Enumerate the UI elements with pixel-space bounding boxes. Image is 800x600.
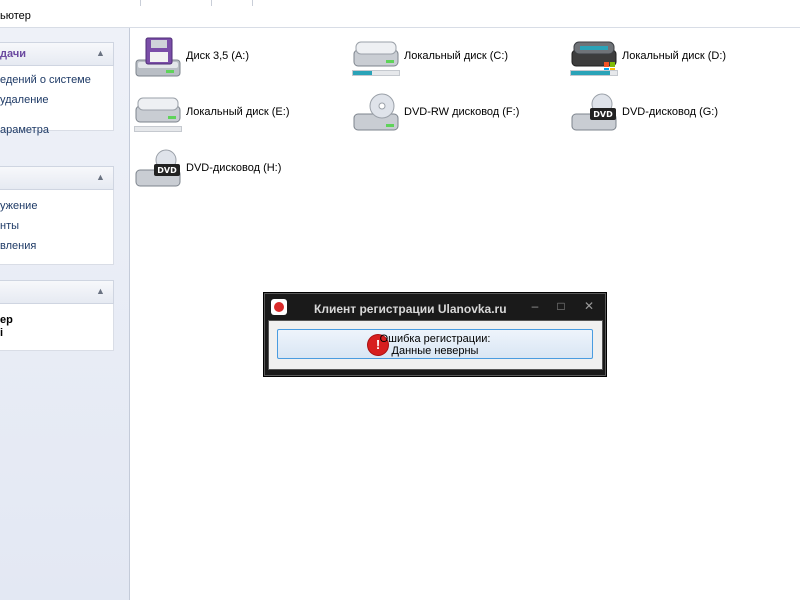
panel-body: ужение нты вления (0, 190, 114, 265)
dialog-body: ! Ошибка регистрации: Данные неверны (268, 320, 603, 370)
close-icon[interactable]: ✕ (580, 298, 598, 314)
dvd-drive-icon: DVD (135, 149, 181, 187)
panel-title: дачи (0, 48, 26, 60)
app-icon (271, 299, 287, 315)
floppy-drive-icon (135, 37, 181, 77)
place-link[interactable]: вления (0, 240, 36, 252)
svg-text:DVD: DVD (593, 110, 613, 119)
registration-dialog: Клиент регистрации Ulanovka.ru – □ ✕ ! О… (263, 292, 607, 377)
svg-text:DVD: DVD (157, 166, 177, 175)
drive-d[interactable]: Локальный диск (D:) (570, 36, 780, 88)
drive-usage-bar (134, 126, 182, 132)
task-link[interactable]: удаление (0, 94, 49, 106)
panel-header[interactable]: дачи ▲ (0, 42, 114, 66)
windows-drive-icon (571, 41, 617, 73)
error-title: Ошибка регистрации: (379, 333, 491, 345)
dvd-drive-icon: DVD (571, 93, 617, 131)
chevron-up-icon[interactable]: ▲ (94, 171, 107, 184)
drive-f[interactable]: DVD-RW дисковод (F:) (352, 92, 562, 144)
minimize-icon[interactable]: – (526, 298, 544, 314)
toolbar-segment (0, 0, 141, 6)
other-places-panel: ▲ ужение нты вления (0, 166, 114, 265)
system-tasks-panel: дачи ▲ едений о системе удаление араметр… (0, 42, 114, 136)
address-bar[interactable]: ьютер (0, 0, 800, 28)
drive-usage-bar (570, 70, 618, 76)
drive-a[interactable]: Диск 3,5 (A:) (134, 36, 344, 88)
task-link[interactable]: араметра (0, 124, 49, 136)
drive-label: DVD-дисковод (H:) (186, 162, 282, 174)
dialog-title: Клиент регистрации Ulanovka.ru (314, 302, 507, 316)
toolbar-segment (141, 0, 212, 6)
panel-body: едений о системе удаление араметра (0, 66, 114, 136)
drive-label: Локальный диск (D:) (622, 50, 727, 62)
place-link[interactable]: нты (0, 220, 19, 232)
drive-e[interactable]: Локальный диск (E:) (134, 92, 344, 144)
drive-usage-bar (352, 70, 400, 76)
drive-label: DVD-дисковод (G:) (622, 106, 719, 118)
chevron-up-icon[interactable]: ▲ (94, 285, 107, 298)
details-panel: ▲ ер i (0, 280, 114, 351)
toolbar-segment (212, 0, 253, 6)
drive-label: Локальный диск (E:) (186, 106, 290, 118)
drive-label: Локальный диск (C:) (404, 50, 509, 62)
details-title: ер (0, 314, 13, 326)
drive-label: DVD-RW дисковод (F:) (404, 106, 520, 118)
maximize-icon[interactable]: □ (552, 298, 570, 314)
hard-drive-icon (353, 41, 399, 67)
chevron-up-icon[interactable]: ▲ (94, 47, 107, 60)
drive-g[interactable]: DVD DVD-дисковод (G:) (570, 92, 780, 144)
drive-label: Диск 3,5 (A:) (186, 50, 250, 62)
drive-h[interactable]: DVD DVD-дисковод (H:) (134, 148, 344, 200)
dvd-rw-drive-icon (353, 93, 399, 131)
details-subtitle: i (0, 327, 4, 339)
address-text: ьютер (0, 10, 31, 22)
drive-c[interactable]: Локальный диск (C:) (352, 36, 562, 88)
error-detail: Данные неверны (391, 345, 479, 357)
place-link[interactable]: ужение (0, 200, 37, 212)
error-message-button[interactable]: ! Ошибка регистрации: Данные неверны (277, 329, 593, 359)
task-pane: дачи ▲ едений о системе удаление араметр… (0, 28, 130, 600)
panel-header[interactable]: ▲ (0, 280, 114, 304)
task-link[interactable]: едений о системе (0, 74, 91, 86)
panel-body: ер i (0, 304, 114, 351)
hard-drive-icon (135, 97, 181, 123)
panel-header[interactable]: ▲ (0, 166, 114, 190)
